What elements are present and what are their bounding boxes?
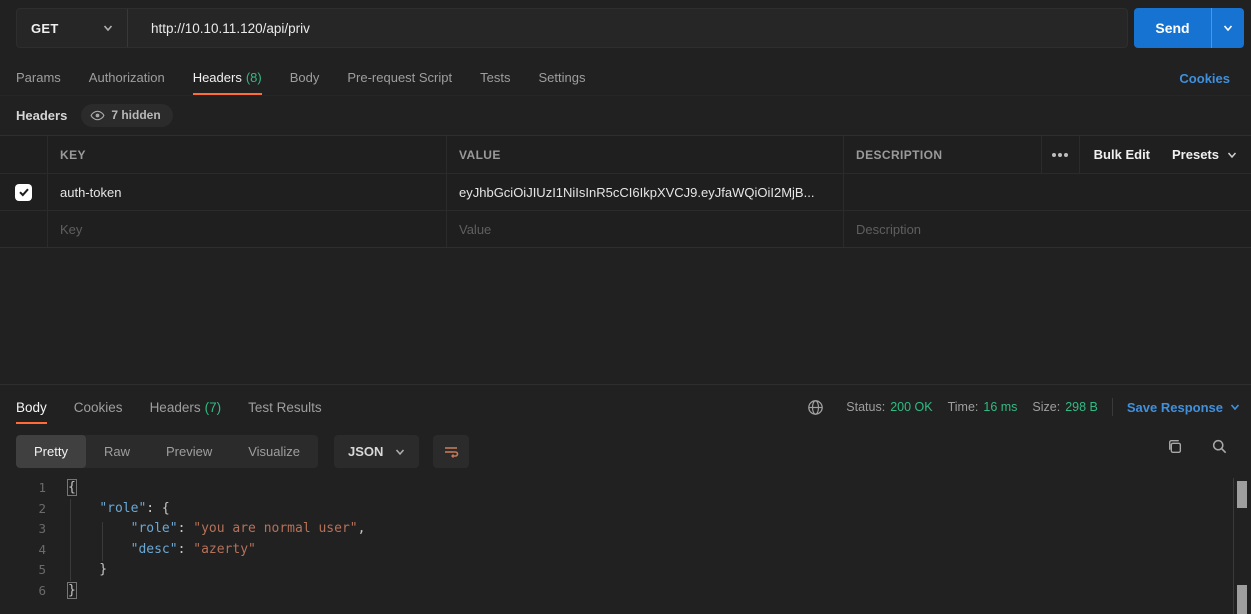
copy-icon[interactable]	[1166, 438, 1183, 455]
url-input[interactable]	[128, 21, 1127, 36]
tab-count-badge: (7)	[205, 400, 222, 415]
headers-table-header: KEY VALUE DESCRIPTION Bulk Edit Presets	[0, 136, 1251, 173]
code-line: 6}	[0, 581, 1251, 602]
new-description-input[interactable]: Description	[843, 211, 1251, 247]
response-body-editor[interactable]: 1{2 "role": {3 "role": "you are normal u…	[0, 478, 1251, 614]
postman-app: GET Send ParamsAuthorizationHeaders(8)Bo…	[0, 0, 1251, 614]
save-response-dropdown[interactable]: Save Response	[1127, 400, 1240, 415]
hidden-headers-count: 7 hidden	[111, 108, 160, 122]
new-header-row: Key Value Description	[0, 210, 1251, 247]
search-icon[interactable]	[1211, 438, 1228, 455]
code-line: 3 "role": "you are normal user",	[0, 519, 1251, 540]
request-url-bar: GET	[16, 8, 1128, 48]
response-divider	[0, 384, 1251, 385]
response-meta: Status:200 OK Time:16 ms Size:298 B Save R…	[807, 388, 1240, 426]
tab-headers[interactable]: Headers(8)	[193, 60, 262, 96]
bulk-edit-button[interactable]: Bulk Edit	[1080, 136, 1164, 173]
view-tab-pretty[interactable]: Pretty	[16, 435, 86, 468]
word-wrap-icon	[443, 444, 459, 460]
word-wrap-button[interactable]	[433, 435, 469, 468]
time-indicator: Time:16 ms	[948, 400, 1018, 414]
line-number: 4	[0, 540, 46, 561]
headers-table: KEY VALUE DESCRIPTION Bulk Edit Presets	[0, 135, 1251, 248]
chevron-down-icon	[1230, 402, 1240, 412]
eye-icon	[90, 108, 105, 123]
line-number: 1	[0, 478, 46, 499]
code-line: 4 "desc": "azerty"	[0, 540, 1251, 561]
row-checkbox[interactable]	[15, 184, 32, 201]
scrollbar-track	[1233, 478, 1234, 614]
headers-subheader: Headers 7 hidden	[16, 102, 173, 128]
chevron-down-icon	[103, 23, 113, 33]
scrollbar-thumb[interactable]	[1237, 481, 1247, 508]
chevron-down-icon	[1227, 150, 1237, 160]
view-tab-raw[interactable]: Raw	[86, 435, 148, 468]
view-mode-segmented-control: PrettyRawPreviewVisualize	[16, 435, 318, 468]
header-row: auth-token eyJhbGciOiJIUzI1NiIsInR5cCI6I…	[0, 173, 1251, 210]
globe-icon[interactable]	[807, 399, 824, 416]
chevron-down-icon	[395, 447, 405, 457]
new-key-input[interactable]: Key	[47, 211, 446, 247]
code-line: 2 "role": {	[0, 499, 1251, 520]
size-indicator: Size:298 B	[1032, 400, 1097, 414]
line-number: 2	[0, 499, 46, 520]
line-number: 6	[0, 581, 46, 602]
request-tabs: Params Authorization Headers(8) Body Pre-req…	[0, 60, 1251, 96]
code-line: 5 }	[0, 560, 1251, 581]
tab-params[interactable]: Params	[16, 60, 61, 96]
response-action-icons	[1166, 438, 1228, 455]
value-column-header: VALUE	[446, 136, 843, 173]
header-description-cell[interactable]	[843, 174, 1251, 210]
format-dropdown[interactable]: JSON	[334, 435, 419, 468]
more-options-icon[interactable]	[1042, 136, 1079, 173]
send-button-group: Send	[1134, 8, 1244, 48]
indent-guide	[102, 522, 103, 561]
scrollbar-thumb[interactable]	[1237, 585, 1247, 614]
new-value-input[interactable]: Value	[446, 211, 843, 247]
tab-count-badge: (8)	[246, 70, 262, 85]
header-key-cell[interactable]: auth-token	[47, 174, 446, 210]
status-indicator: Status:200 OK	[846, 400, 932, 414]
chevron-down-icon	[1223, 23, 1233, 33]
method-select[interactable]: GET	[17, 9, 128, 47]
tab-authorization[interactable]: Authorization	[89, 60, 165, 96]
line-number: 5	[0, 560, 46, 581]
indent-guide	[70, 499, 71, 581]
cookies-link[interactable]: Cookies	[1179, 60, 1230, 96]
response-view-bar: PrettyRawPreviewVisualize JSON	[16, 435, 469, 468]
header-value-cell[interactable]: eyJhbGciOiJIUzI1NiIsInR5cCI6IkpXVCJ9.eyJ…	[446, 174, 843, 210]
code-line: 1{	[0, 478, 1251, 499]
tab-tests[interactable]: Tests	[480, 60, 510, 96]
response-tab-body[interactable]: Body	[16, 388, 47, 426]
description-column-header: DESCRIPTION Bulk Edit Presets	[843, 136, 1251, 173]
select-all-cell	[0, 136, 47, 173]
send-button[interactable]: Send	[1134, 8, 1211, 48]
response-tab-headers[interactable]: Headers(7)	[150, 388, 222, 426]
line-number: 3	[0, 519, 46, 540]
response-tab-test-results[interactable]: Test Results	[248, 388, 322, 426]
hidden-headers-toggle[interactable]: 7 hidden	[81, 104, 172, 127]
response-tab-cookies[interactable]: Cookies	[74, 388, 123, 426]
view-tab-visualize[interactable]: Visualize	[230, 435, 318, 468]
headers-title: Headers	[16, 108, 67, 123]
tab-settings[interactable]: Settings	[538, 60, 585, 96]
view-tab-preview[interactable]: Preview	[148, 435, 230, 468]
tab-pre-request-script[interactable]: Pre-request Script	[347, 60, 452, 96]
tab-body[interactable]: Body	[290, 60, 320, 96]
send-options-button[interactable]	[1211, 8, 1244, 48]
key-column-header: KEY	[47, 136, 446, 173]
method-label: GET	[31, 21, 59, 36]
presets-dropdown[interactable]: Presets	[1164, 136, 1251, 173]
